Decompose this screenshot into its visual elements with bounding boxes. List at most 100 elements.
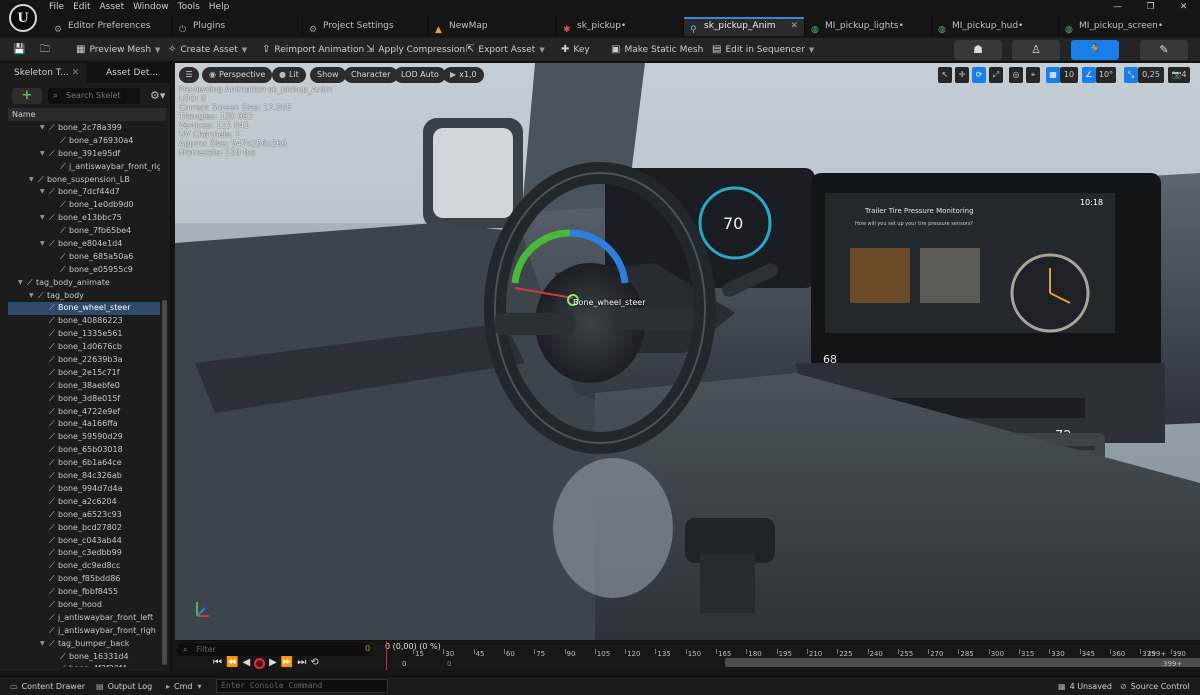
bone-tree-row[interactable]: ⟋ bone_3d8e015f	[8, 393, 160, 406]
expand-arrow-icon[interactable]: ▼	[40, 212, 45, 225]
tab-skeleton-tree[interactable]: Skeleton T... ✕	[0, 63, 86, 83]
output-log-button[interactable]: ▤ Output Log	[96, 677, 152, 695]
physics-mode-button[interactable]: ✎	[1140, 40, 1188, 60]
menu-edit[interactable]: Edit	[73, 1, 99, 14]
bone-tree-row[interactable]: ⟋ bone_84c326ab	[8, 470, 160, 483]
tab-sk-pickup-anim[interactable]: ⚲ sk_pickup_Anim ✕	[684, 17, 805, 36]
reimport-animation-button[interactable]: ⇪ Reimport Animation	[262, 41, 364, 59]
scale-tool[interactable]: ⤢	[989, 67, 1003, 83]
bone-tree-row[interactable]: ⟋ bone_685a50a6	[8, 251, 160, 264]
animation-mode-button[interactable]: 🏃	[1071, 40, 1119, 60]
expand-arrow-icon[interactable]: ▼	[40, 238, 45, 251]
bone-tree-row[interactable]: ⟋ bone_dc9ed8cc	[8, 560, 160, 573]
bone-tree-row[interactable]: ⟋ bone_1335e561	[8, 328, 160, 341]
bone-tree-row[interactable]: ⟋ bone_bcd27802	[8, 522, 160, 535]
bone-tree-row[interactable]: ⟋ bone_a2c6204	[8, 496, 160, 509]
bone-tree-row[interactable]: ⟋ bone_4a166ffa	[8, 418, 160, 431]
bone-tree-row[interactable]: ▼ ⟋ bone_2c78a399	[8, 122, 160, 135]
bone-tree-row[interactable]: ⟋ bone_2e15c71f	[8, 367, 160, 380]
export-asset-button[interactable]: ⇱ Export Asset ▼	[466, 41, 545, 59]
bone-tree-row[interactable]: ▼ ⟋ tag_body	[8, 290, 160, 303]
unsaved-button[interactable]: ▦ 4 Unsaved	[1058, 677, 1112, 695]
settings-gear-icon[interactable]: ⚙▾	[150, 88, 165, 104]
browse-button[interactable]: 🗀	[40, 41, 54, 59]
lit-button[interactable]: ● Lit	[272, 67, 306, 83]
angle-snap-value[interactable]: 10°	[1096, 67, 1116, 83]
perspective-button[interactable]: ◉ Perspective	[202, 67, 273, 83]
bone-tree-row[interactable]: ▼ ⟋ tag_bumper_back	[8, 638, 160, 651]
menu-tools[interactable]: Tools	[178, 1, 209, 14]
expand-arrow-icon[interactable]: ▼	[29, 174, 34, 187]
add-button[interactable]: +	[12, 88, 42, 104]
bone-tree-row[interactable]: ▼ ⟋ bone_suspension_LB	[8, 174, 160, 187]
expand-arrow-icon[interactable]: ▼	[40, 186, 45, 199]
apply-compression-button[interactable]: ⇲ Apply Compression	[366, 41, 465, 59]
cmd-dropdown[interactable]: ▸ Cmd ▾	[166, 677, 206, 695]
tab-mi-pickup-lights[interactable]: ◍ MI_pickup_lights•	[805, 17, 932, 36]
play-icon[interactable]: ▶	[269, 657, 277, 669]
tab-mi-pickup-hud[interactable]: ◍ MI_pickup_hud•	[932, 17, 1059, 36]
expand-arrow-icon[interactable]: ▼	[40, 148, 45, 161]
create-asset-button[interactable]: ✧ Create Asset ▼	[168, 41, 247, 59]
surface-snap-icon[interactable]: ⌖	[1026, 67, 1040, 83]
rotate-tool[interactable]: ⟳	[972, 67, 986, 83]
menu-asset[interactable]: Asset	[100, 1, 134, 14]
bone-tree-row[interactable]: ⟋ bone_994d7d4a	[8, 483, 160, 496]
show-button[interactable]: Show	[310, 67, 346, 83]
edit-in-sequencer-button[interactable]: ▤ Edit in Sequencer ▼	[712, 41, 814, 59]
bone-tree-row[interactable]: ▼ ⟋ tag_body_animate	[8, 277, 160, 290]
source-control-button[interactable]: ⊘ Source Control	[1120, 677, 1190, 695]
scale-snap-icon[interactable]: ⤡	[1124, 67, 1138, 83]
bone-tree-row[interactable]: ⟋ Bone_wheel_steer	[8, 302, 160, 316]
preview-viewport[interactable]: 70 Trailer Tire Pressure Monitoring How …	[175, 63, 1200, 640]
expand-arrow-icon[interactable]: ▼	[18, 277, 23, 290]
bone-tree-row[interactable]: ⟋ bone_59590d29	[8, 431, 160, 444]
bone-tree-row[interactable]: ⟋ bone_4722e9ef	[8, 406, 160, 419]
playback-speed-button[interactable]: ▶ x1,0	[443, 67, 484, 83]
play-reverse-icon[interactable]: ◀	[242, 657, 250, 669]
search-input[interactable]: ⌕ Search Skelet	[48, 88, 140, 104]
grid-snap-value[interactable]: 10	[1060, 67, 1078, 83]
select-tool[interactable]: ↖	[938, 67, 952, 83]
mesh-mode-button[interactable]: ♙	[1012, 40, 1060, 60]
world-local-toggle[interactable]: ◎	[1009, 67, 1023, 83]
scale-snap-value[interactable]: 0,25	[1138, 67, 1164, 83]
preview-mesh-button[interactable]: ▦ Preview Mesh ▼	[76, 41, 160, 59]
console-command-input[interactable]: Enter Console Command	[216, 679, 388, 693]
minimize-button[interactable]: —	[1101, 0, 1134, 15]
timeline-range-bar[interactable]	[725, 658, 1200, 667]
bone-tree-row[interactable]: ⟋ bone_65b03018	[8, 444, 160, 457]
record-icon[interactable]	[254, 657, 266, 669]
tab-sk-pickup[interactable]: ✱ sk_pickup•	[557, 17, 684, 36]
translate-tool[interactable]: ✛	[955, 67, 969, 83]
character-button[interactable]: Character	[344, 67, 398, 83]
bone-tree-row[interactable]: ⟋ bone_22639b3a	[8, 354, 160, 367]
unreal-engine-logo[interactable]: U	[9, 4, 37, 32]
bone-tree-row[interactable]: ⟋ bone_a6523c93	[8, 509, 160, 522]
timeline-filter-input[interactable]: ⌕ Filter	[178, 643, 368, 656]
tab-editor-preferences[interactable]: ⚙ Editor Preferences	[48, 17, 173, 36]
bone-tree-row[interactable]: ⟋ bone_40886223	[8, 315, 160, 328]
bone-tree-row[interactable]: ⟋ bone_hood	[8, 599, 160, 612]
tree-scrollbar[interactable]	[162, 300, 167, 665]
menu-window[interactable]: Window	[133, 1, 178, 14]
tab-mi-pickup-screen[interactable]: ◍ MI_pickup_screen•	[1059, 17, 1200, 36]
tab-newmap[interactable]: ▲ NewMap	[429, 17, 557, 36]
make-static-mesh-button[interactable]: ▣ Make Static Mesh	[611, 41, 703, 59]
tab-project-settings[interactable]: ⚙ Project Settings	[303, 17, 429, 36]
bone-tree-row[interactable]: ⟋ bone_16331d4	[8, 651, 160, 664]
menu-help[interactable]: Help	[209, 1, 239, 14]
bone-tree-row[interactable]: ⟋bone_4f2f20f4	[8, 663, 160, 667]
bone-tree-row[interactable]: ▼ ⟋ bone_e804e1d4	[8, 238, 160, 251]
bone-tree-row[interactable]: ⟋ bone_c3edbb99	[8, 547, 160, 560]
skip-to-end-icon[interactable]: ⏭	[297, 657, 306, 669]
close-icon[interactable]: ✕	[72, 68, 80, 78]
grid-snap-icon[interactable]: ▦	[1046, 67, 1060, 83]
close-window-button[interactable]: ✕	[1167, 0, 1200, 15]
close-icon[interactable]: ✕	[790, 17, 798, 36]
bone-tree-row[interactable]: ⟋ j_antiswaybar_front_righ	[8, 625, 160, 638]
save-button[interactable]: 💾	[13, 41, 29, 59]
bone-tree-row[interactable]: ▼ ⟋ bone_391e95df	[8, 148, 160, 161]
viewport-menu-button[interactable]: ☰	[179, 67, 199, 83]
skeleton-mode-button[interactable]: ☗	[954, 40, 1002, 60]
